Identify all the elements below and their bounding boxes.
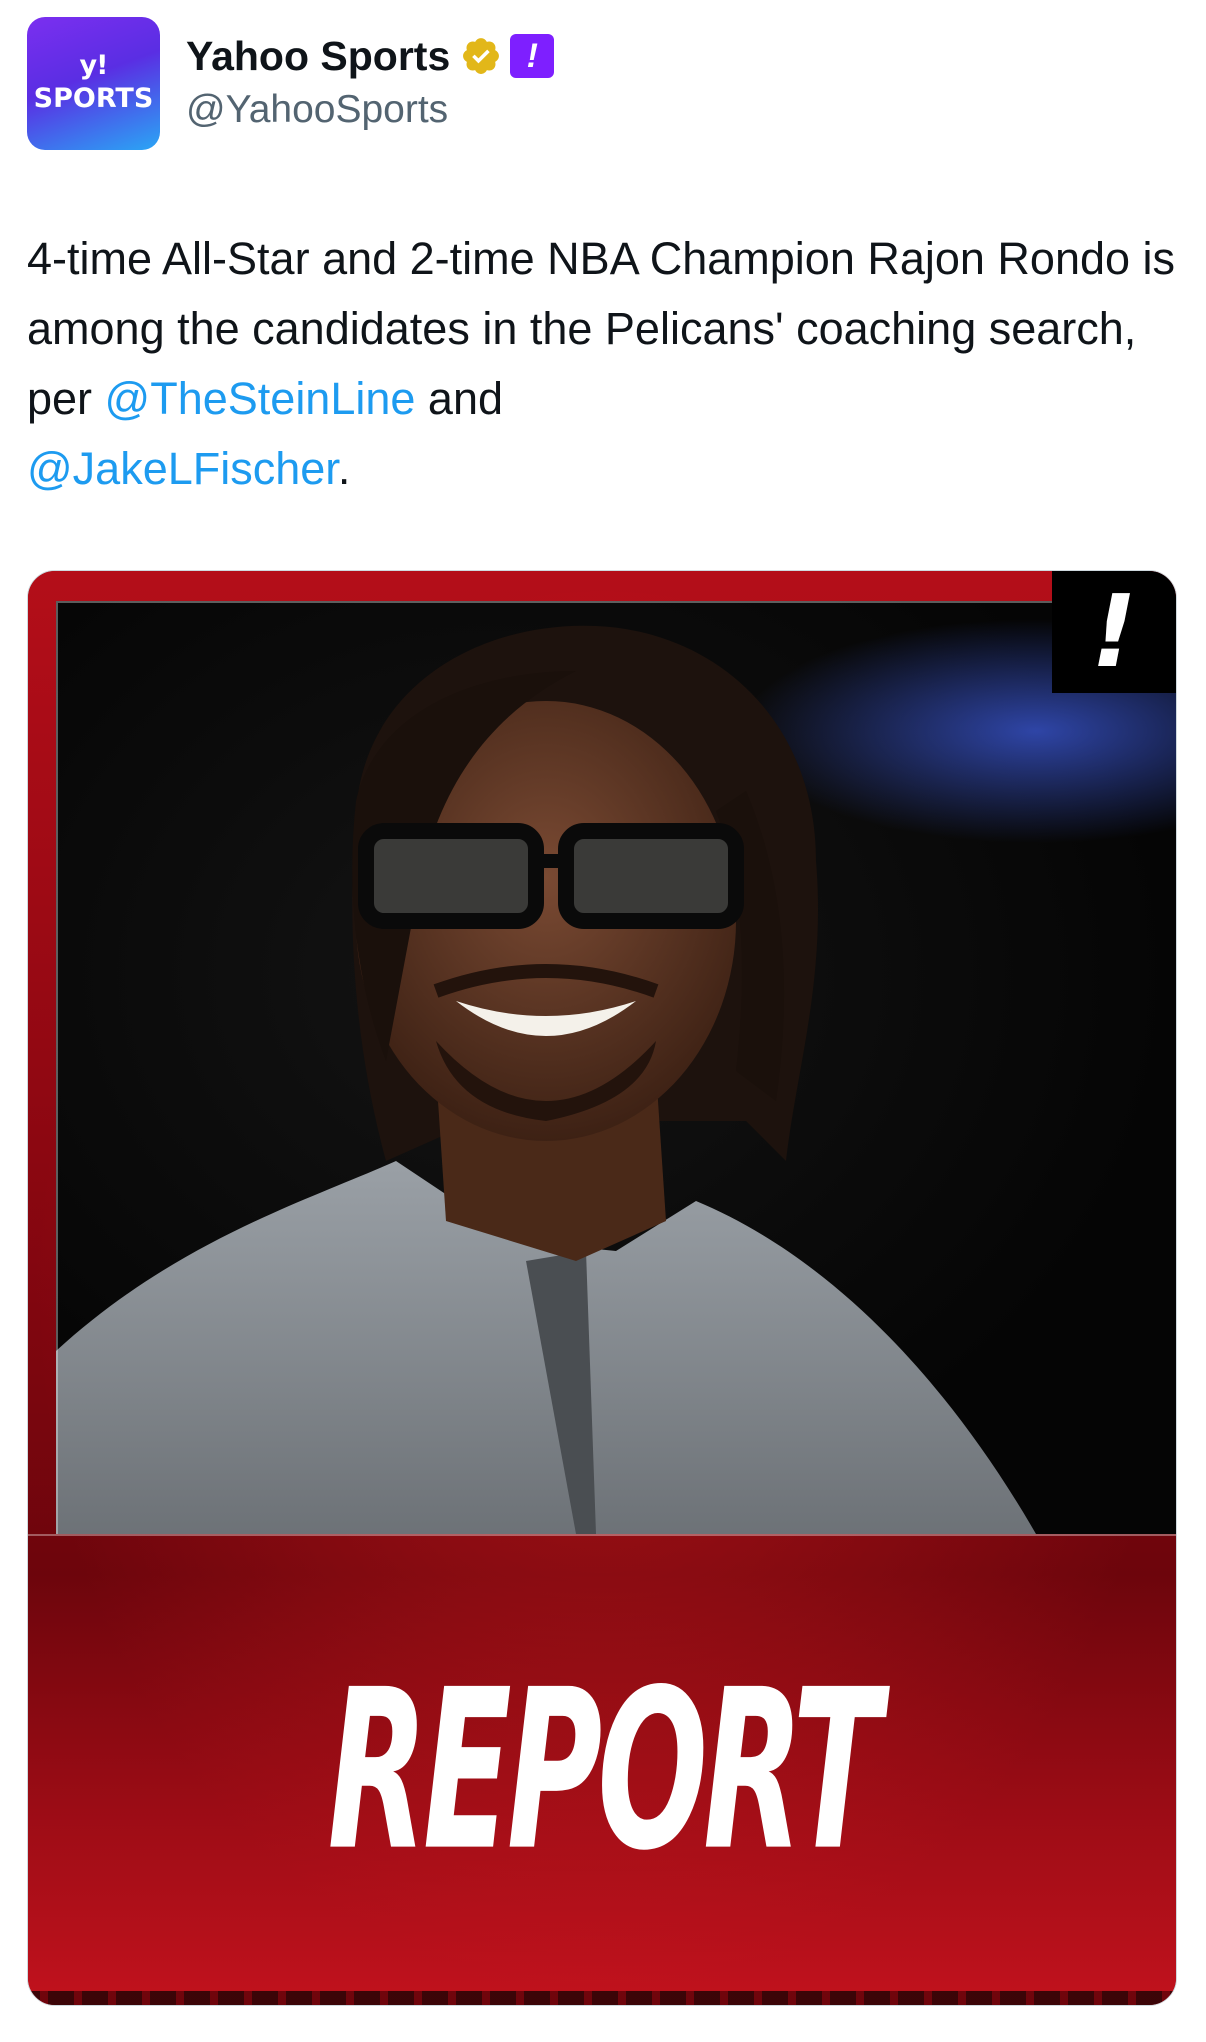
tweet-media-image[interactable]: ! REPORT — [27, 570, 1177, 2006]
affiliate-badge[interactable]: ! — [510, 34, 555, 78]
verified-badge-icon[interactable] — [460, 35, 502, 77]
tweet-text: 4-time All-Star and 2-time NBA Champion … — [27, 224, 1177, 504]
media-divider — [28, 1534, 1176, 1536]
name-row: Yahoo Sports ! — [186, 30, 555, 82]
player-photo — [56, 601, 1176, 1534]
account-avatar[interactable]: y! SPORTS — [27, 17, 160, 150]
mention-link-thesteinline[interactable]: @TheSteinLine — [105, 373, 416, 424]
tweet-text-part: and — [415, 373, 504, 424]
display-name[interactable]: Yahoo Sports — [186, 30, 450, 82]
tweet-text-part: . — [337, 443, 351, 494]
account-handle[interactable]: @YahooSports — [186, 84, 448, 136]
report-headline: REPORT — [327, 1641, 882, 1900]
avatar-sports-wordmark: SPORTS — [33, 83, 154, 114]
yahoo-exclamation-logo: ! — [1052, 571, 1176, 693]
yahoo-logo: y! — [79, 50, 109, 81]
mention-link-jakelfischer[interactable]: @JakeLFischer — [27, 443, 338, 494]
player-portrait — [56, 625, 1036, 1534]
grunge-edge — [28, 1991, 1176, 2005]
